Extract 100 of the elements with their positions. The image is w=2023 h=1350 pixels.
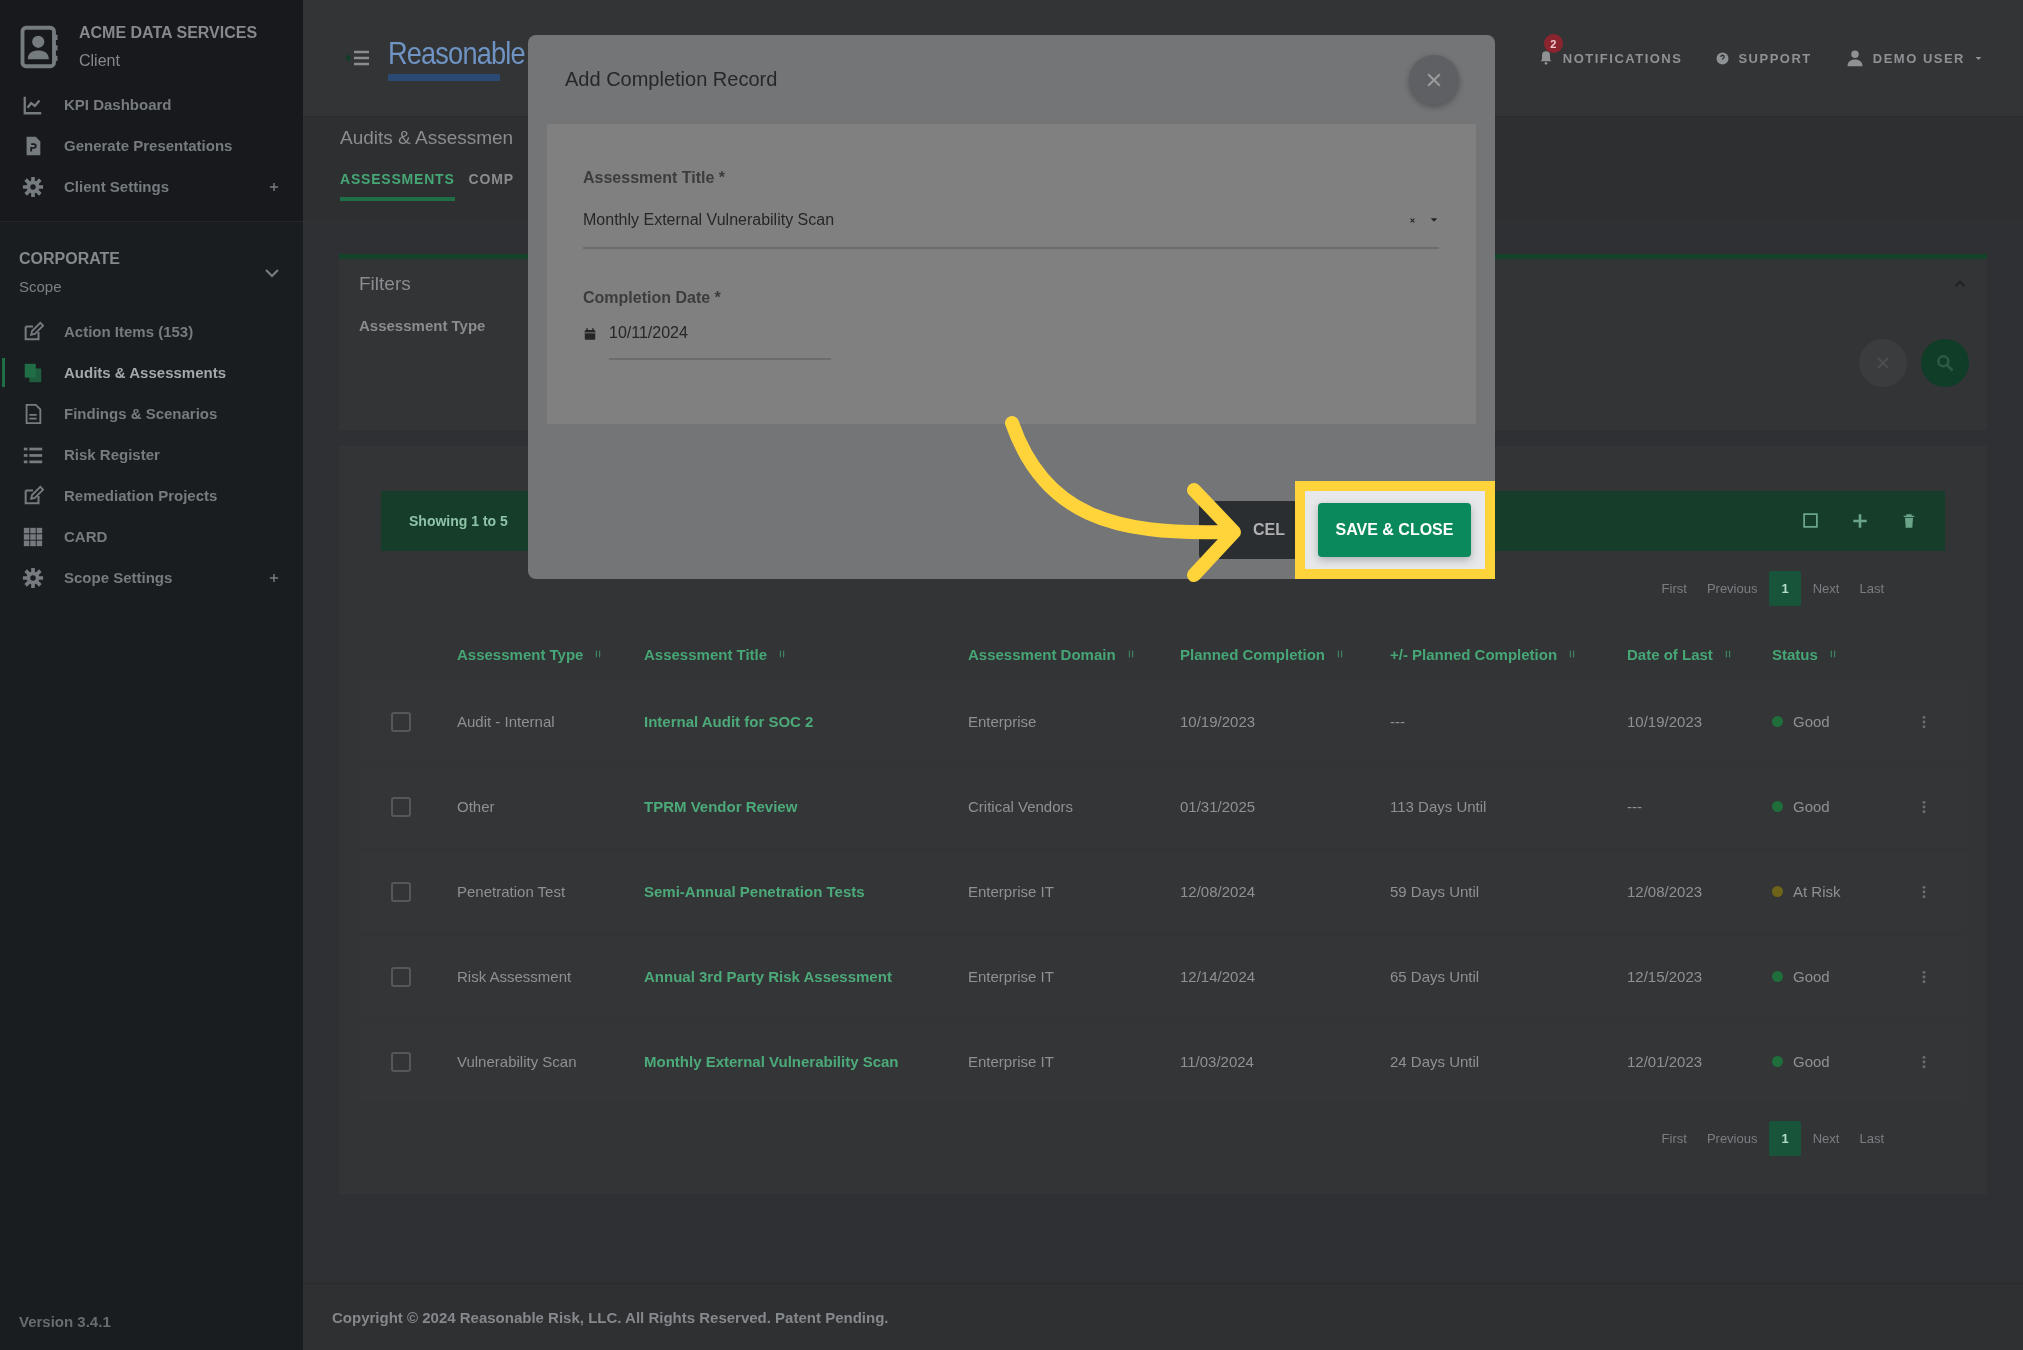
row-checkbox[interactable] (391, 711, 411, 732)
support-link[interactable]: SUPPORT (1738, 50, 1812, 66)
status-text: Good (1793, 968, 1830, 985)
contact-book-icon (19, 24, 61, 70)
page-button[interactable]: First (1653, 571, 1695, 606)
trash-icon (1901, 512, 1917, 530)
plus-icon (1851, 512, 1869, 530)
column-header[interactable]: Date of Last (1627, 645, 1713, 663)
table-cell-text: 11/03/2024 (1180, 1053, 1255, 1070)
notification-badge: 2 (1543, 34, 1563, 53)
logo-text: Reasonable (388, 35, 525, 72)
page-button[interactable]: First (1653, 1121, 1695, 1156)
version-text: Version 3.4.1 (18, 1313, 112, 1332)
page-button[interactable]: 1 (1769, 1121, 1801, 1156)
table-cell-text: --- (1390, 713, 1406, 730)
notifications-link[interactable]: NOTIFICATIONS (1562, 50, 1683, 66)
page-button[interactable]: Last (1851, 571, 1892, 606)
help-icon (1716, 51, 1730, 65)
table-cell-text: 12/15/2023 (1627, 968, 1704, 985)
square-icon (1802, 512, 1819, 529)
table-cell-text: --- (1627, 798, 1643, 815)
sidebar-item[interactable]: Generate Presentations (64, 137, 281, 154)
column-header[interactable]: Status (1772, 645, 1818, 663)
assessment-link[interactable]: Semi-Annual Penetration Tests (644, 883, 968, 900)
column-header[interactable]: Assessment Domain (968, 645, 1116, 663)
field-label: Assessment Title * (583, 169, 726, 188)
status-text: Good (1793, 713, 1830, 730)
row-checkbox[interactable] (391, 796, 411, 817)
status-text: Good (1793, 1053, 1830, 1070)
column-header[interactable]: +/- Planned Completion (1390, 645, 1558, 663)
row-checkbox[interactable] (391, 1051, 411, 1072)
table-cell-text: 12/08/2023 (1627, 883, 1704, 900)
table-cell-text: Penetration Test (457, 883, 567, 900)
page-button[interactable]: Next (1804, 1121, 1848, 1156)
search-button[interactable] (1921, 339, 1969, 387)
sidebar-item[interactable]: Risk Register (64, 446, 281, 463)
search-icon (1935, 353, 1955, 373)
table-cell-text: 10/19/2023 (1627, 713, 1704, 730)
calendar-icon (583, 327, 597, 342)
table-cell-text: 12/01/2023 (1627, 1053, 1704, 1070)
assessment-link[interactable]: Internal Audit for SOC 2 (644, 713, 968, 730)
field-label: Completion Date * (583, 289, 722, 308)
assessment-link[interactable]: Monthly External Vulnerability Scan (644, 1053, 968, 1070)
table-cell-text: Risk Assessment (457, 968, 573, 985)
assessment-link[interactable]: Annual 3rd Party Risk Assessment (644, 968, 968, 985)
client-label: Client (79, 52, 121, 70)
status-text: Good (1793, 798, 1830, 815)
table-cell-text: 10/19/2023 (1180, 713, 1257, 730)
save-button[interactable]: SAVE & CLOSE (1318, 503, 1471, 557)
page-button[interactable]: 1 (1769, 571, 1801, 606)
user-menu[interactable]: DEMO USER (1872, 50, 1965, 66)
settings-icon (22, 175, 44, 198)
table-cell-text: 65 Days Until (1390, 968, 1481, 985)
column-header[interactable]: Assessment Title (644, 645, 768, 663)
assessment-link[interactable]: TPRM Vendor Review (644, 798, 968, 815)
sidebar-item[interactable]: Action Items (153) (64, 323, 281, 340)
close-button[interactable] (1409, 54, 1459, 105)
scope-label: Scope (19, 278, 63, 295)
date-field[interactable]: 10/11/2024 (609, 308, 831, 361)
clear-button[interactable] (1859, 339, 1907, 387)
sidebar-item[interactable]: KPI Dashboard (64, 96, 281, 113)
table-cell-text: 01/31/2025 (1180, 798, 1257, 815)
table-cell-text: 12/14/2024 (1180, 968, 1257, 985)
status-text: At Risk (1793, 883, 1841, 900)
table-cell-text: 24 Days Until (1390, 1053, 1481, 1070)
settings-icon (22, 566, 44, 589)
table-cell-text: 12/08/2024 (1180, 883, 1257, 900)
scope-name: CORPORATE (19, 250, 122, 268)
row-checkbox[interactable] (391, 881, 411, 902)
edit-icon (22, 484, 44, 507)
edit-icon (22, 320, 44, 343)
page-button[interactable]: Previous (1698, 571, 1766, 606)
sidebar-item[interactable]: Scope Settings (64, 569, 247, 586)
table-cell-text: Vulnerability Scan (457, 1053, 578, 1070)
page-title: Audits & Assessmen (340, 127, 515, 149)
column-header[interactable]: Assessment Type (457, 645, 584, 663)
tab[interactable]: COMP (468, 171, 514, 201)
page-button[interactable]: Last (1851, 1121, 1892, 1156)
grid-icon (22, 525, 44, 548)
user-icon (1845, 49, 1864, 67)
sidebar-item[interactable]: Client Settings (64, 178, 247, 195)
select-field[interactable]: Monthly External Vulnerability Scan (583, 211, 1396, 230)
sidebar-item[interactable]: Findings & Scenarios (64, 405, 281, 422)
copyright-text: Copyright © 2024 Reasonable Risk, LLC. All Rights Reserved. Patent Pending. (332, 1308, 889, 1326)
sidebar-item[interactable]: Remediation Projects (64, 487, 281, 504)
row-checkbox[interactable] (391, 966, 411, 987)
results-summary: Showing 1 to 5 (409, 513, 508, 529)
table-cell-text: Other (457, 798, 496, 815)
table-cell-text: Enterprise IT (968, 968, 1055, 985)
modal-title: Add Completion Record (565, 68, 779, 92)
filters-title: Filters (359, 273, 411, 295)
table-cell-text: Enterprise IT (968, 883, 1055, 900)
copy-icon (22, 361, 44, 384)
page-button[interactable]: Previous (1698, 1121, 1766, 1156)
sidebar-item[interactable]: Audits & Assessments (64, 364, 281, 381)
table-cell-text: 59 Days Until (1390, 883, 1481, 900)
tab[interactable]: ASSESSMENTS (340, 171, 455, 201)
page-button[interactable]: Next (1804, 571, 1848, 606)
column-header[interactable]: Planned Completion (1180, 645, 1325, 663)
sidebar-item[interactable]: CARD (64, 528, 281, 545)
